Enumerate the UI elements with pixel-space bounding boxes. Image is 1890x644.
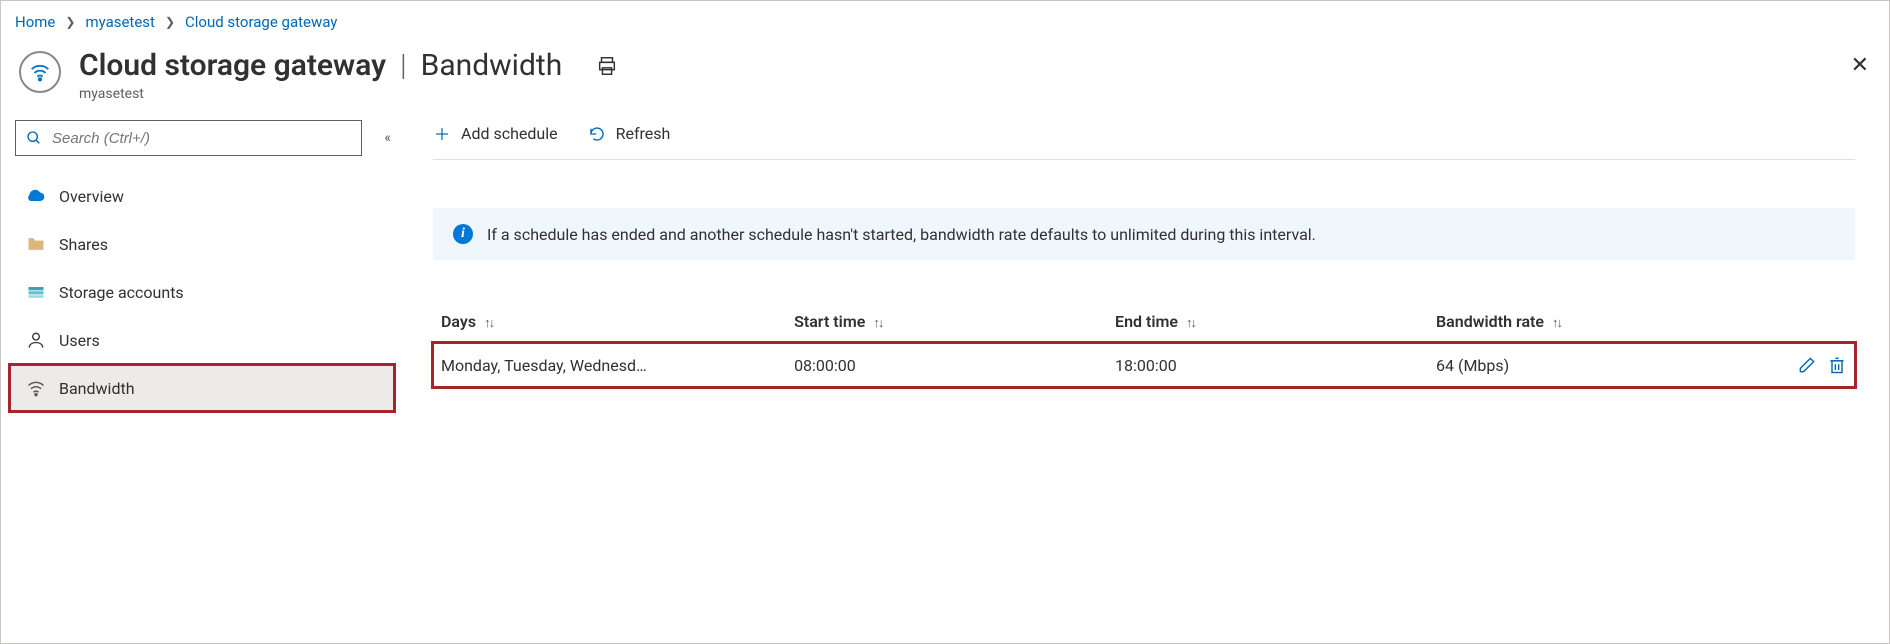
sidebar-item-label: Shares (59, 235, 108, 254)
cell-rate: 64 (Mbps) (1436, 356, 1757, 375)
sidebar-item-label: Users (59, 331, 100, 350)
sidebar-item-users[interactable]: Users (15, 316, 395, 364)
refresh-icon (588, 125, 606, 143)
breadcrumb-current[interactable]: Cloud storage gateway (185, 13, 337, 31)
sidebar-item-bandwidth[interactable]: Bandwidth (9, 364, 395, 412)
user-icon (25, 330, 47, 350)
cell-end: 18:00:00 (1115, 356, 1436, 375)
wifi-icon (25, 378, 47, 398)
breadcrumb-resource[interactable]: myasetest (85, 13, 155, 31)
title-separator: | (400, 49, 407, 82)
resource-wifi-icon (19, 51, 61, 93)
sort-icon: ↑↓ (1552, 316, 1561, 331)
refresh-button[interactable]: Refresh (588, 124, 671, 143)
col-days-label: Days (441, 312, 476, 331)
table-row[interactable]: Monday, Tuesday, Wednesd… 08:00:00 18:00… (433, 343, 1855, 387)
breadcrumb-home[interactable]: Home (15, 13, 55, 31)
delete-icon[interactable] (1827, 355, 1847, 375)
cell-start: 08:00:00 (794, 356, 1115, 375)
chevron-right-icon: ❯ (165, 15, 175, 29)
col-rate[interactable]: Bandwidth rate ↑↓ (1436, 312, 1757, 331)
sort-icon: ↑↓ (873, 316, 882, 331)
schedule-table: Days ↑↓ Start time ↑↓ End time ↑↓ Bandwidth… (433, 300, 1855, 387)
add-schedule-label: Add schedule (461, 124, 558, 143)
collapse-sidebar-icon[interactable]: « (380, 126, 395, 150)
print-icon[interactable] (596, 55, 618, 77)
plus-icon (433, 125, 451, 143)
col-start[interactable]: Start time ↑↓ (794, 312, 1115, 331)
col-start-label: Start time (794, 312, 865, 331)
resource-subtitle: myasetest (79, 86, 1827, 102)
sort-icon: ↑↓ (1186, 316, 1195, 331)
search-icon (26, 130, 42, 146)
blade-title: Bandwidth (421, 49, 563, 82)
info-banner-text: If a schedule has ended and another sche… (487, 225, 1316, 244)
cloud-icon (25, 186, 47, 206)
col-days[interactable]: Days ↑↓ (441, 312, 794, 331)
col-end[interactable]: End time ↑↓ (1115, 312, 1436, 331)
sidebar-item-label: Storage accounts (59, 283, 184, 302)
sidebar-item-label: Bandwidth (59, 379, 135, 398)
page-title: Cloud storage gateway (79, 49, 386, 82)
sidebar-search[interactable] (15, 120, 362, 156)
cell-days: Monday, Tuesday, Wednesd… (441, 356, 794, 375)
sidebar-item-shares[interactable]: Shares (15, 220, 395, 268)
refresh-label: Refresh (616, 124, 671, 143)
sidebar-nav: Overview Shares Storage accounts (15, 172, 395, 412)
sidebar-item-overview[interactable]: Overview (15, 172, 395, 220)
storage-icon (25, 282, 47, 302)
sort-icon: ↑↓ (484, 316, 493, 331)
info-banner: i If a schedule has ended and another sc… (433, 208, 1855, 260)
command-bar: Add schedule Refresh (433, 120, 1855, 160)
table-header: Days ↑↓ Start time ↑↓ End time ↑↓ Bandwidth… (433, 300, 1855, 343)
close-icon[interactable]: ✕ (1845, 49, 1875, 83)
chevron-right-icon: ❯ (65, 15, 75, 29)
breadcrumb: Home ❯ myasetest ❯ Cloud storage gateway (15, 13, 1875, 31)
edit-icon[interactable] (1797, 355, 1817, 375)
sidebar-item-label: Overview (59, 187, 124, 206)
search-input[interactable] (50, 129, 351, 148)
add-schedule-button[interactable]: Add schedule (433, 124, 558, 143)
col-end-label: End time (1115, 312, 1178, 331)
folder-icon (25, 234, 47, 254)
info-icon: i (453, 224, 473, 244)
col-rate-label: Bandwidth rate (1436, 312, 1544, 331)
sidebar-item-storage-accounts[interactable]: Storage accounts (15, 268, 395, 316)
